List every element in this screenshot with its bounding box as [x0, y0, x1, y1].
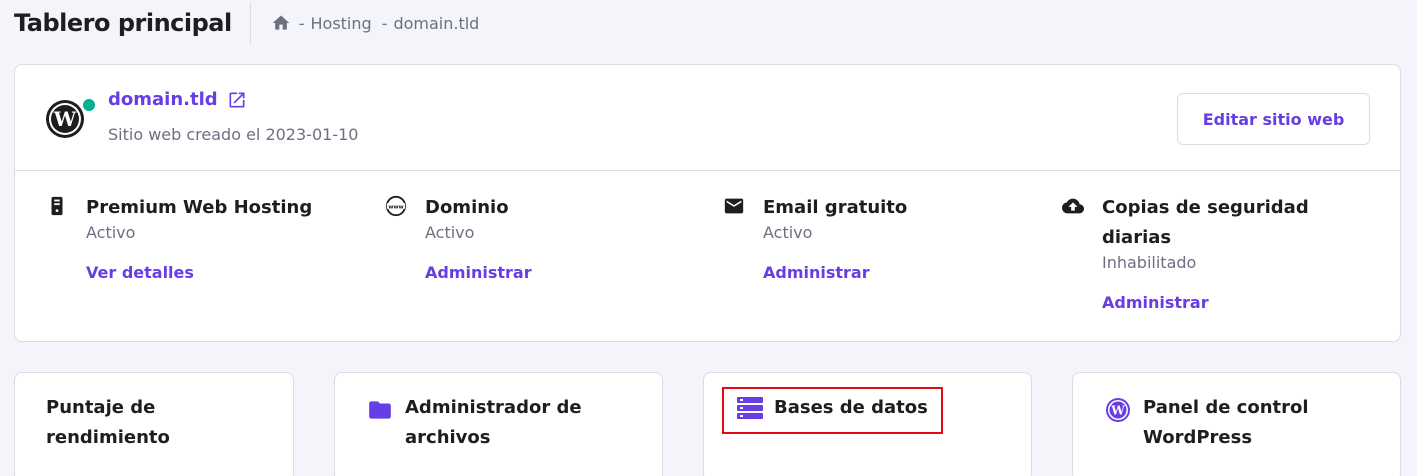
manage-email-link[interactable]: Administrar — [763, 263, 1023, 282]
tool-label: Panel de control WordPress — [1143, 397, 1309, 448]
site-status-dot — [81, 97, 97, 113]
server-icon — [46, 195, 68, 217]
site-domain-link[interactable]: domain.tld — [108, 89, 247, 110]
site-card-header: W domain.tld Sitio web creado el 2023-01… — [15, 65, 1400, 171]
tool-label: Puntaje de rendimiento — [46, 397, 170, 448]
breadcrumb: - Hosting - domain.tld — [271, 13, 490, 33]
home-icon[interactable] — [271, 13, 291, 33]
service-status: Inhabilitado — [1102, 253, 1197, 272]
tool-label: Bases de datos — [774, 397, 928, 418]
wordpress-icon: W — [1105, 397, 1131, 423]
manage-backups-link[interactable]: Administrar — [1102, 293, 1362, 312]
cloud-upload-icon — [1062, 195, 1084, 217]
page-title: Tablero principal — [14, 9, 232, 37]
breadcrumb-separator: - — [381, 13, 388, 33]
tool-card-wordpress[interactable]: W Panel de control WordPress — [1072, 372, 1401, 476]
title-divider — [249, 2, 251, 44]
svg-text:W: W — [1110, 404, 1125, 418]
breadcrumb-separator: - — [298, 13, 305, 33]
svg-text:www: www — [388, 204, 403, 210]
site-created-date: Sitio web creado el 2023-01-10 — [108, 125, 359, 144]
service-title: Dominio — [425, 197, 509, 218]
www-globe-icon: www — [385, 195, 407, 217]
tool-card-databases[interactable]: Bases de datos — [703, 372, 1032, 476]
service-status: Activo — [425, 223, 475, 242]
service-status: Activo — [763, 223, 813, 242]
external-link-icon — [227, 90, 247, 110]
breadcrumb-hosting[interactable]: Hosting — [311, 14, 372, 33]
service-status: Activo — [86, 223, 136, 242]
breadcrumb-domain[interactable]: domain.tld — [393, 14, 479, 33]
service-title: Copias de seguridad diarias — [1102, 197, 1309, 248]
wordpress-logo-icon: W — [46, 100, 84, 138]
folder-icon — [367, 397, 393, 423]
site-overview-card: W domain.tld Sitio web creado el 2023-01… — [14, 64, 1401, 342]
services-row: Premium Web Hosting Activo Ver detalles … — [15, 171, 1400, 341]
service-title: Premium Web Hosting — [86, 197, 313, 218]
service-hosting: Premium Web Hosting Activo Ver detalles — [46, 193, 346, 282]
svg-text:W: W — [53, 107, 77, 131]
edit-website-button[interactable]: Editar sitio web — [1177, 93, 1370, 145]
service-email: Email gratuito Activo Administrar — [723, 193, 1023, 282]
page-header: Tablero principal - Hosting - domain.tld — [14, 0, 489, 46]
manage-domain-link[interactable]: Administrar — [425, 263, 685, 282]
service-backups: Copias de seguridad diarias Inhabilitado… — [1062, 193, 1362, 312]
tool-label: Administrador de archivos — [405, 397, 582, 448]
tool-card-file-manager[interactable]: Administrador de archivos — [334, 372, 663, 476]
tool-card-performance[interactable]: Puntaje de rendimiento — [14, 372, 294, 476]
service-title: Email gratuito — [763, 197, 908, 218]
envelope-icon — [723, 195, 745, 217]
site-domain-label: domain.tld — [108, 89, 218, 110]
database-icon — [737, 395, 763, 421]
service-domain: www Dominio Activo Administrar — [385, 193, 685, 282]
view-details-link[interactable]: Ver detalles — [86, 263, 346, 282]
